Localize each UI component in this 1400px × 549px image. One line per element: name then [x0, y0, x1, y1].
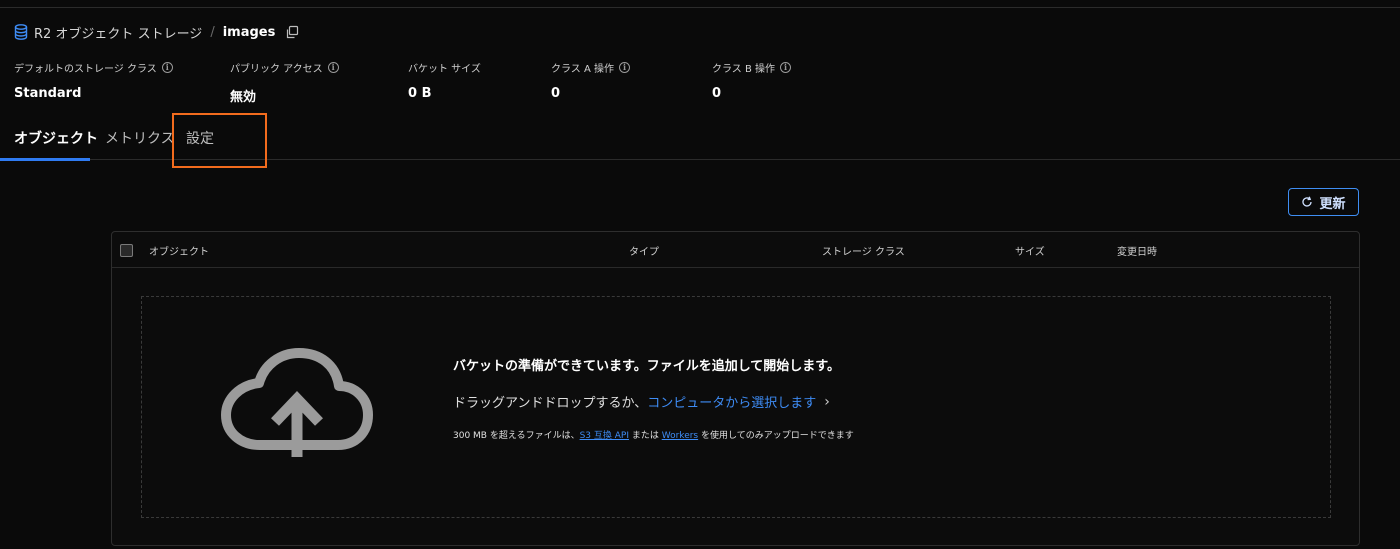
dropzone-drag-text: ドラッグアンドドロップするか、	[453, 396, 648, 411]
stat-value: Standard	[14, 86, 82, 101]
tab-metrics[interactable]: メトリクス	[105, 128, 175, 158]
top-divider	[0, 7, 1400, 8]
column-header-type[interactable]: タイプ	[629, 243, 659, 258]
stat-value: 0 B	[408, 86, 432, 101]
workers-link[interactable]: Workers	[662, 431, 698, 441]
objects-table: オブジェクト タイプ ストレージ クラス サイズ 変更日時 バケットの準備ができ…	[111, 231, 1360, 546]
tab-objects[interactable]: オブジェクト	[14, 128, 98, 158]
note-mid: または	[628, 431, 662, 441]
select-all-checkbox[interactable]	[120, 244, 133, 257]
dropzone-title: バケットの準備ができています。ファイルを追加して開始します。	[453, 359, 841, 374]
column-header-object[interactable]: オブジェクト	[149, 243, 209, 258]
table-header: オブジェクト タイプ ストレージ クラス サイズ 変更日時	[112, 232, 1359, 268]
stat-label: クラス A 操作	[551, 63, 614, 75]
info-icon[interactable]: i	[780, 61, 792, 73]
dropzone-size-note: 300 MB を超えるファイルは、S3 互換 API または Workers を…	[453, 428, 854, 441]
select-from-computer-link[interactable]: コンピュータから選択します	[647, 392, 816, 411]
dropzone-instructions: ドラッグアンドドロップするか、 コンピュータから選択します ›	[453, 392, 830, 412]
note-suffix: を使用してのみアップロードできます	[698, 431, 854, 441]
info-icon[interactable]: i	[161, 61, 173, 73]
stat-bucket-size: バケット サイズ 0 B	[408, 60, 481, 102]
stat-class-a-operations: クラス A 操作 i 0	[551, 60, 630, 101]
column-header-storage-class[interactable]: ストレージ クラス	[822, 243, 905, 258]
database-icon	[14, 24, 28, 40]
stat-label: デフォルトのストレージ クラス	[14, 63, 157, 75]
breadcrumb: R2 オブジェクト ストレージ / images	[14, 22, 299, 42]
stat-value: 0	[551, 86, 561, 101]
upload-dropzone[interactable]: バケットの準備ができています。ファイルを追加して開始します。 ドラッグアンドドロ…	[141, 296, 1331, 518]
breadcrumb-separator: /	[210, 24, 215, 40]
stat-default-storage-class: デフォルトのストレージ クラス i Standard	[14, 60, 173, 101]
settings-tab-highlight	[172, 113, 267, 168]
column-header-modified[interactable]: 変更日時	[1117, 243, 1157, 258]
info-icon[interactable]: i	[327, 61, 339, 73]
stat-label: クラス B 操作	[712, 63, 776, 75]
breadcrumb-current: images	[222, 24, 276, 40]
cloud-upload-icon	[221, 348, 373, 457]
stat-value: 0	[712, 86, 722, 101]
breadcrumb-parent-link[interactable]: R2 オブジェクト ストレージ	[34, 23, 202, 42]
stat-value: 無効	[230, 90, 257, 105]
refresh-label: 更新	[1319, 196, 1346, 212]
note-prefix: 300 MB を超えるファイルは、	[453, 431, 580, 441]
stat-label: パブリック アクセス	[230, 63, 323, 75]
active-tab-indicator	[0, 158, 90, 161]
info-icon[interactable]: i	[619, 61, 630, 73]
refresh-button[interactable]: 更新	[1288, 188, 1359, 216]
stat-class-b-operations: クラス B 操作 i 0	[712, 60, 792, 101]
stat-public-access: パブリック アクセス i 無効	[230, 60, 339, 105]
copy-icon[interactable]	[285, 25, 299, 39]
refresh-icon	[1302, 196, 1313, 207]
stat-label: バケット サイズ	[408, 63, 481, 75]
chevron-right-icon[interactable]: ›	[824, 394, 830, 410]
s3-api-link[interactable]: S3 互換 API	[580, 431, 629, 441]
column-header-size[interactable]: サイズ	[1015, 243, 1045, 258]
